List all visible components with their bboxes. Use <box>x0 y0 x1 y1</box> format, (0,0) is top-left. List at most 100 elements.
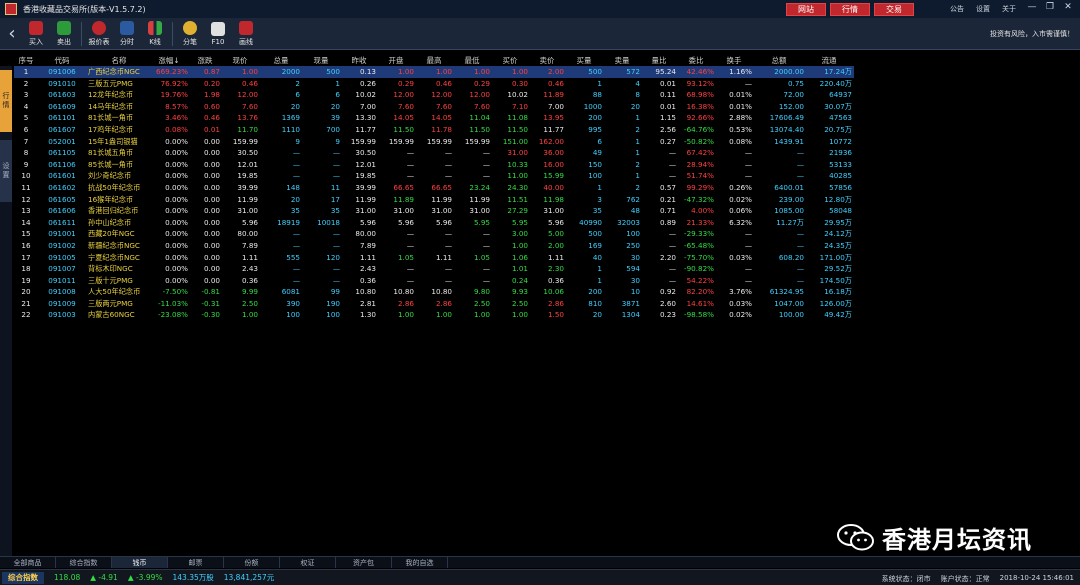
cell-circulation: 57856 <box>829 182 852 192</box>
side-tab-settings[interactable]: 设置 <box>0 140 12 202</box>
table-row[interactable]: 22 091003 内蒙古60NGC -23.08% -0.30 1.00 100 100 1.… <box>14 309 854 321</box>
header-total-volume[interactable]: 总量 <box>262 55 300 66</box>
timeshare-tool[interactable]: 分时 <box>113 19 141 49</box>
cell-change-pct: 669.23% <box>156 67 188 76</box>
buy-tool[interactable]: 买入 <box>22 19 50 49</box>
minimize-icon[interactable]: — <box>1026 2 1038 12</box>
trade-button[interactable]: 交易 <box>874 3 914 16</box>
header-low[interactable]: 最低 <box>454 55 490 66</box>
quote-table-tool[interactable]: 报价表 <box>85 19 113 49</box>
table-row[interactable]: 13 061606 香港回归纪念币 0.00% 0.00 31.00 35 35 31.00 31… <box>14 205 854 217</box>
table-row[interactable]: 14 061611 孙中山纪念币 0.00% 0.00 5.96 18919 10018 5.9… <box>14 217 854 229</box>
header-open[interactable]: 开盘 <box>378 55 414 66</box>
cell-volume-ratio: 0.11 <box>659 90 676 100</box>
cell-volume-ratio: — <box>668 171 676 181</box>
cell-bid: 10.33 <box>507 159 528 169</box>
cell-ask: 5.00 <box>547 229 564 239</box>
category-tab[interactable]: 资产包 <box>336 557 392 568</box>
header-name[interactable]: 名称 <box>88 55 150 66</box>
cell-change-pct: 0.00% <box>165 148 188 158</box>
category-tab[interactable]: 邮票 <box>168 557 224 568</box>
close-icon[interactable]: ✕ <box>1062 2 1074 12</box>
cell-total-amount: — <box>796 229 804 239</box>
category-tab[interactable]: 我的自选 <box>392 557 448 568</box>
cell-seq: 1 <box>23 67 29 76</box>
cell-prev-close: 10.80 <box>355 287 376 297</box>
cell-ask: 10.06 <box>543 287 564 297</box>
header-volume-ratio[interactable]: 量比 <box>642 55 676 66</box>
category-tab[interactable]: 权证 <box>280 557 336 568</box>
f10-tool[interactable]: F10 <box>204 19 232 49</box>
website-button[interactable]: 网站 <box>786 3 826 16</box>
cell-ask-volume: 3871 <box>621 298 640 308</box>
table-row[interactable]: 20 091008 人大50年纪念币 -7.50% -0.81 9.99 6081 99 10.… <box>14 286 854 298</box>
table-row[interactable]: 6 061607 17鸡年纪念币 0.08% 0.01 11.70 1110 700 11.77… <box>14 124 854 136</box>
cell-high: 2.86 <box>435 298 452 308</box>
table-row[interactable]: 11 061602 抗战50年纪念币 0.00% 0.00 39.99 148 11 39.99… <box>14 182 854 194</box>
header-high[interactable]: 最高 <box>416 55 452 66</box>
index-label: 综合指数 <box>2 571 44 584</box>
cell-low: 11.04 <box>469 113 490 123</box>
cell-turnover: — <box>744 229 752 239</box>
header-ask[interactable]: 卖价 <box>530 55 564 66</box>
table-row[interactable]: 1 091006 广西纪念币NGC 669.23% 0.87 1.00 2000 500 0.1… <box>14 66 854 78</box>
kline-tool[interactable]: K线 <box>141 19 169 49</box>
table-row[interactable]: 4 061609 14马年纪念币 8.57% 0.60 7.60 20 20 7.00 7.60 7… <box>14 101 854 113</box>
category-tab[interactable]: 份额 <box>224 557 280 568</box>
market-button[interactable]: 行情 <box>830 3 870 16</box>
header-total-amount[interactable]: 总额 <box>754 55 804 66</box>
cell-turnover: 0.01% <box>729 90 752 100</box>
header-commission-ratio[interactable]: 委比 <box>678 55 714 66</box>
header-change-pct[interactable]: 涨幅↓ <box>150 55 188 66</box>
cell-low: — <box>482 240 490 250</box>
table-row[interactable]: 10 061601 刘少奇纪念币 0.00% 0.00 19.85— —19.85— — —11… <box>14 170 854 182</box>
header-current-volume[interactable]: 现量 <box>302 55 340 66</box>
table-row[interactable]: 16 091002 新疆纪念币NGC 0.00% 0.00 7.89 — — 7.89 — — — 1.… <box>14 240 854 252</box>
table-row[interactable]: 9 061106 85长城一角币 0.00% 0.00 12.01 — — 12.01 — — — 10… <box>14 159 854 171</box>
table-row[interactable]: 17 091005 宁夏纪念币NGC 0.00% 0.00 1.11 555 120 1.11 1… <box>14 252 854 264</box>
header-change[interactable]: 涨跌 <box>190 55 220 66</box>
tick-tool[interactable]: 分笔 <box>176 19 204 49</box>
table-row[interactable]: 2 091010 三版五元PMG 76.92% 0.20 0.46 2 1 0.26 0.29 0.… <box>14 78 854 90</box>
category-tab[interactable]: 全部商品 <box>0 557 56 568</box>
sell-tool[interactable]: 卖出 <box>50 19 78 49</box>
header-turnover[interactable]: 换手 <box>716 55 752 66</box>
maximize-icon[interactable]: ❐ <box>1044 2 1056 12</box>
header-seq[interactable]: 序号 <box>14 55 38 66</box>
category-tab[interactable]: 钱币 <box>112 557 168 568</box>
table-row[interactable]: 21 091009 三版两元PMG -11.03% -0.31 2.50 390 190 2.8… <box>14 298 854 310</box>
cell-ask-volume: 1304 <box>621 310 640 320</box>
announcement-link[interactable]: 公告 <box>950 4 964 14</box>
cell-code: 091005 <box>48 252 76 262</box>
header-bid[interactable]: 买价 <box>492 55 528 66</box>
cell-circulation: 12.80万 <box>824 194 852 204</box>
about-link[interactable]: 关于 <box>1002 4 1016 14</box>
cell-low: 5.95 <box>473 217 490 227</box>
table-row[interactable]: 19 091011 三版十元PMG 0.00% 0.00 0.36 — — 0.36 — — — 0.2… <box>14 275 854 287</box>
header-circulation[interactable]: 流通 <box>806 55 852 66</box>
table-row[interactable]: 15 091001 西藏20年NGC 0.00% 0.00 80.00 — — 80.00 — — —… <box>14 228 854 240</box>
cell-change-pct: 19.76% <box>160 90 188 100</box>
draw-tool[interactable]: 画线 <box>232 19 260 49</box>
table-row[interactable]: 8 061105 81长城五角币 0.00% 0.00 30.50 — — 30.50 — — — 31… <box>14 147 854 159</box>
table-row[interactable]: 18 091007 背标木印NGC 0.00% 0.00 2.43 — — 2.43 — — — 1.0… <box>14 263 854 275</box>
cell-bid: 9.93 <box>511 287 528 297</box>
back-arrow-icon[interactable]: ‹ <box>2 19 22 49</box>
cell-change: 0.00 <box>203 182 220 192</box>
table-row[interactable]: 3 061603 12龙年纪念币 19.76% 1.98 12.00 6 6 10.02 12.0… <box>14 89 854 101</box>
header-code[interactable]: 代码 <box>40 55 84 66</box>
header-prev-close[interactable]: 昨收 <box>342 55 376 66</box>
settings-link[interactable]: 设置 <box>976 4 990 14</box>
cell-code: 061607 <box>48 124 76 134</box>
cell-bid: 1.00 <box>511 310 528 320</box>
table-row[interactable]: 7 052001 15年1盎司银猫 0.00% 0.00 159.99 9 9 159.99 15… <box>14 136 854 148</box>
table-row[interactable]: 5 061101 81长城一角币 3.46% 0.46 13.76 1369 39 13.30 1… <box>14 112 854 124</box>
table-row[interactable]: 12 061605 16猴年纪念币 0.00% 0.00 11.99 20 17 11.99 11… <box>14 194 854 206</box>
header-bid-volume[interactable]: 买量 <box>566 55 602 66</box>
cell-commission-ratio: 28.94% <box>686 159 714 169</box>
side-tab-market[interactable]: 行情 <box>0 70 12 132</box>
cell-current-volume: 99 <box>330 287 340 297</box>
header-ask-volume[interactable]: 卖量 <box>604 55 640 66</box>
header-price[interactable]: 现价 <box>222 55 258 66</box>
category-tab[interactable]: 综合指数 <box>56 557 112 568</box>
